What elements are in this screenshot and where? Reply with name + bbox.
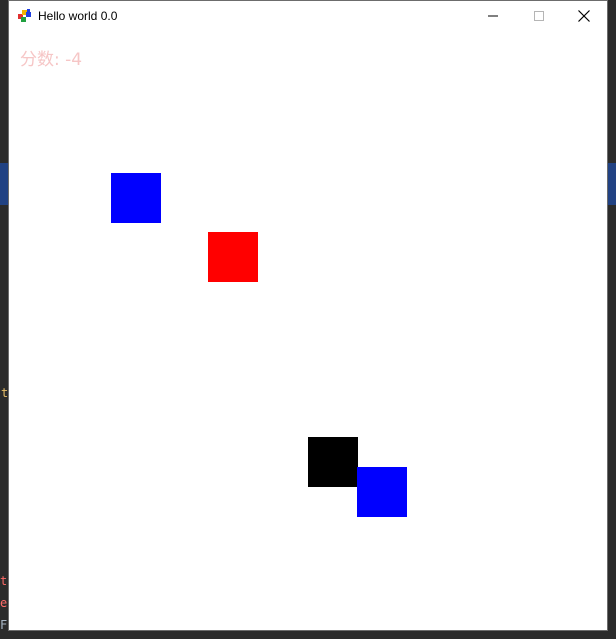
background-selection-strip-left [0, 163, 8, 205]
background-selection-strip-right [608, 163, 616, 205]
score-label: 分数: [20, 50, 66, 70]
close-button[interactable] [561, 1, 607, 31]
minimize-button[interactable] [470, 1, 516, 31]
window-title: Hello world 0.0 [38, 9, 118, 23]
title-bar[interactable]: Hello world 0.0 [9, 1, 607, 31]
maximize-icon [534, 11, 544, 21]
enemy-block-1 [111, 173, 161, 223]
app-window: Hello world 0.0 分数: -4 [8, 0, 608, 631]
player-block [308, 437, 358, 487]
game-canvas[interactable]: 分数: -4 [9, 31, 607, 630]
score-display: 分数: -4 [20, 45, 82, 70]
background-code-fragment: F [0, 618, 8, 632]
minimize-icon [488, 15, 498, 17]
score-value: -4 [65, 50, 83, 70]
background-code-fragment: e [0, 596, 8, 610]
target-block [208, 232, 258, 282]
maximize-button[interactable] [516, 1, 562, 31]
enemy-block-2 [357, 467, 407, 517]
close-icon [578, 10, 590, 22]
background-code-fragment: t [0, 574, 8, 588]
app-puzzle-icon [18, 9, 31, 22]
